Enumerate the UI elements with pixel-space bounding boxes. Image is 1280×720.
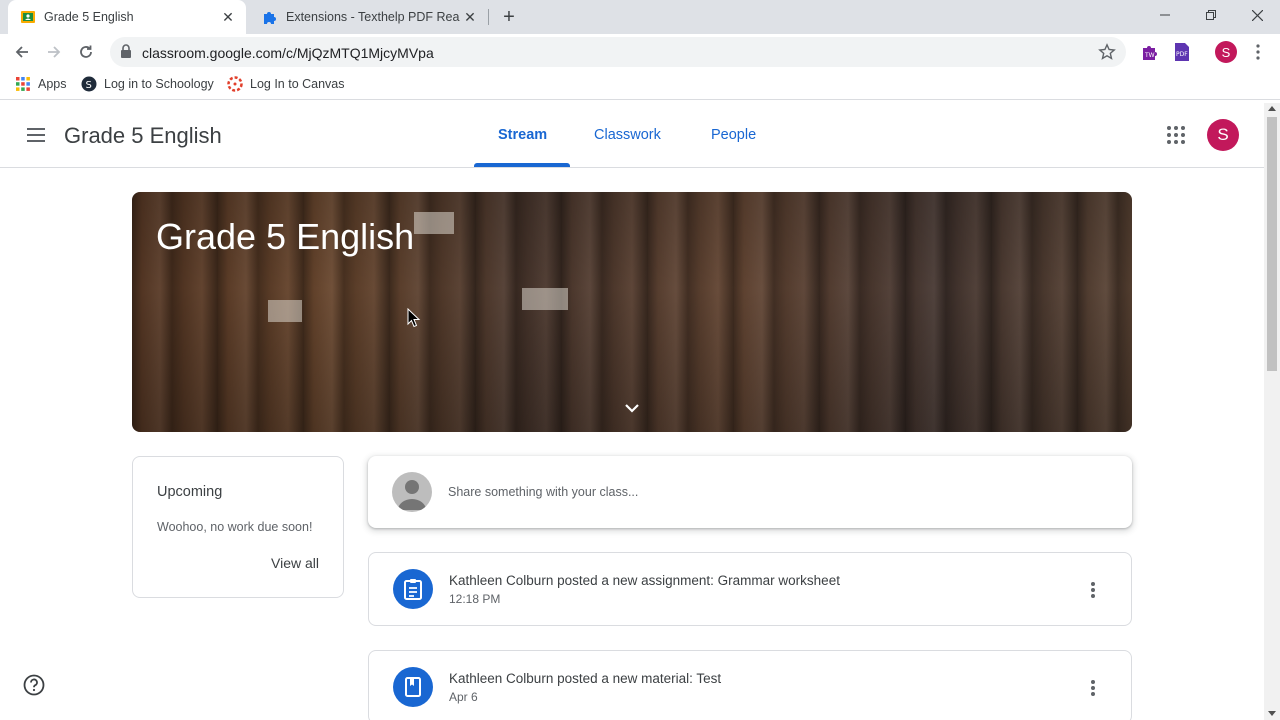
new-tab-button[interactable]: + (498, 6, 520, 28)
tab-title: Grade 5 English (44, 10, 134, 24)
post-title[interactable]: Kathleen Colburn posted a new material: … (449, 671, 721, 686)
bookmark-label: Log in to Schoology (104, 77, 214, 91)
tab-title: Extensions - Texthelp PDF Reader (286, 10, 460, 24)
pdf-reader-extension-icon[interactable]: PDF (1172, 42, 1192, 62)
classroom-header: Grade 5 English Stream Classwork People … (0, 103, 1264, 168)
post-date: 12:18 PM (449, 592, 501, 606)
active-tab-indicator (474, 163, 570, 167)
scroll-thumb[interactable] (1267, 117, 1277, 371)
banner-title: Grade 5 English (156, 216, 415, 257)
help-icon[interactable] (23, 674, 45, 696)
book-spine-label (522, 288, 568, 310)
classroom-favicon-icon (20, 9, 36, 25)
close-window-button[interactable] (1234, 0, 1280, 30)
close-tab-icon[interactable]: ✕ (460, 7, 480, 27)
share-placeholder[interactable]: Share something with your class... (448, 485, 638, 499)
user-avatar-icon (392, 472, 432, 512)
svg-text:PDF: PDF (1176, 51, 1188, 58)
book-spine-label (268, 300, 302, 322)
bookmarks-bar: Apps S Log in to Schoology Log In to Can… (0, 70, 1280, 100)
assignment-icon (393, 569, 433, 609)
restore-window-button[interactable] (1188, 0, 1234, 30)
browser-toolbar: classroom.google.com/c/MjQzMTQ1MjcyMVpa … (0, 34, 1280, 70)
canvas-icon (227, 76, 243, 92)
tab-separator (488, 9, 489, 25)
bookmark-label: Apps (38, 77, 67, 91)
bookmark-canvas[interactable]: Log In to Canvas (227, 76, 345, 92)
texthelp-extension-icon[interactable]: TW (1140, 42, 1160, 62)
stream-post[interactable]: Kathleen Colburn posted a new assignment… (368, 552, 1132, 626)
mouse-cursor-icon (407, 307, 421, 333)
class-title[interactable]: Grade 5 English (64, 123, 222, 149)
tab-classwork[interactable]: Classwork (594, 127, 661, 143)
class-banner: Grade 5 English (132, 192, 1132, 432)
tab-stream[interactable]: Stream (498, 127, 547, 143)
upcoming-card: Upcoming Woohoo, no work due soon! View … (132, 456, 344, 598)
material-book-icon (393, 667, 433, 707)
post-title[interactable]: Kathleen Colburn posted a new assignment… (449, 573, 840, 588)
close-tab-icon[interactable]: ✕ (218, 7, 238, 27)
chevron-down-icon[interactable] (620, 396, 644, 420)
tab-grade-5-english[interactable]: Grade 5 English ✕ (8, 0, 246, 34)
tab-extensions[interactable]: Extensions - Texthelp PDF Reader ✕ (250, 0, 488, 34)
post-date: Apr 6 (449, 690, 478, 704)
account-avatar[interactable]: S (1207, 119, 1239, 151)
upcoming-title: Upcoming (157, 484, 223, 500)
extension-puzzle-icon (262, 9, 278, 25)
chrome-menu-icon[interactable] (1250, 41, 1266, 63)
share-with-class-box[interactable]: Share something with your class... (368, 456, 1132, 528)
bookmark-star-icon[interactable] (1098, 43, 1116, 66)
back-button[interactable] (8, 38, 36, 66)
apps-grid-icon (15, 76, 31, 92)
page-scrollbar[interactable] (1264, 103, 1280, 720)
schoology-icon: S (81, 76, 97, 92)
view-all-link[interactable]: View all (271, 555, 319, 571)
bookmark-label: Log In to Canvas (250, 77, 345, 91)
svg-text:S: S (86, 80, 92, 91)
forward-button[interactable] (40, 38, 68, 66)
chrome-profile-avatar[interactable]: S (1215, 41, 1237, 63)
google-apps-icon[interactable] (1164, 123, 1188, 147)
svg-text:TW: TW (1144, 52, 1155, 59)
minimize-window-button[interactable] (1142, 0, 1188, 30)
lock-icon[interactable] (120, 44, 132, 63)
book-spine-label (414, 212, 454, 234)
scroll-down-arrow-icon[interactable] (1268, 711, 1276, 716)
browser-tab-strip: Grade 5 English ✕ Extensions - Texthelp … (0, 0, 1280, 34)
more-options-icon[interactable] (1081, 676, 1105, 700)
bookmark-schoology[interactable]: S Log in to Schoology (81, 76, 214, 92)
url-text: classroom.google.com/c/MjQzMTQ1MjcyMVpa (142, 45, 434, 61)
scroll-up-arrow-icon[interactable] (1268, 106, 1276, 111)
main-menu-icon[interactable] (24, 123, 48, 147)
more-options-icon[interactable] (1081, 578, 1105, 602)
address-bar[interactable]: classroom.google.com/c/MjQzMTQ1MjcyMVpa (110, 37, 1126, 67)
bookmark-apps[interactable]: Apps (15, 76, 67, 92)
upcoming-message: Woohoo, no work due soon! (157, 520, 313, 534)
reload-button[interactable] (72, 38, 100, 66)
tab-people[interactable]: People (711, 127, 756, 143)
stream-post[interactable]: Kathleen Colburn posted a new material: … (368, 650, 1132, 720)
